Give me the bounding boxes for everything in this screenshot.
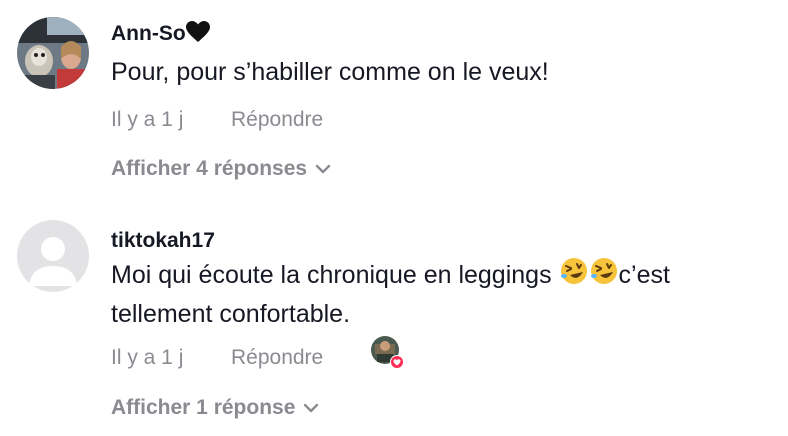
comment-meta: Il y a 1 j Répondre	[111, 108, 768, 136]
reply-button[interactable]: Répondre	[231, 346, 323, 370]
reply-button[interactable]: Répondre	[231, 108, 323, 132]
view-replies-button[interactable]: Afficher 1 réponse	[111, 396, 319, 420]
comment-item: Ann-So Pour, pour s’habiller comme on le…	[0, 0, 788, 200]
comment-meta: Il y a 1 j Répondre	[111, 336, 768, 374]
comment-text-part: Moi qui écoute la chronique en leggings	[111, 261, 559, 289]
view-replies-label: Afficher 1 réponse	[111, 396, 296, 419]
creator-liked-badge	[369, 334, 405, 370]
view-replies-button[interactable]: Afficher 4 réponses	[111, 157, 331, 181]
username-text: Ann-So	[111, 22, 186, 45]
timestamp: Il y a 1 j	[111, 108, 184, 131]
chevron-down-icon	[303, 396, 319, 420]
comment-body: Ann-So Pour, pour s’habiller comme on le…	[111, 21, 768, 136]
avatar-placeholder[interactable]	[17, 220, 89, 292]
chevron-down-icon	[315, 157, 331, 181]
timestamp: Il y a 1 j	[111, 346, 184, 369]
black-heart-icon	[185, 21, 210, 50]
comment-text: Moi qui écoute la chronique en leggings …	[111, 256, 768, 332]
avatar[interactable]	[17, 17, 89, 89]
username[interactable]: tiktokah17	[111, 228, 768, 254]
comment-text: Pour, pour s’habiller comme on le veux!	[111, 58, 549, 86]
view-replies-label: Afficher 4 réponses	[111, 157, 308, 180]
rolling-laughing-emoji-icon	[559, 256, 589, 296]
username[interactable]: Ann-So	[111, 21, 768, 50]
comment-item: tiktokah17 Moi qui écoute la chronique e…	[0, 200, 788, 436]
rolling-laughing-emoji-icon	[589, 256, 619, 296]
comment-body: tiktokah17 Moi qui écoute la chronique e…	[111, 228, 768, 374]
